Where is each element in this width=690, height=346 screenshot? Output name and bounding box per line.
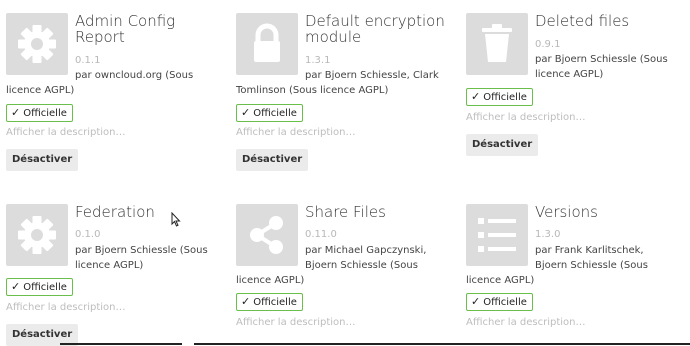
app-author: par Bjoern Schiessle, Clark Tomlinson (S… xyxy=(236,70,439,96)
app-version: 0.9.1 xyxy=(535,39,561,50)
disable-button[interactable]: Désactiver xyxy=(236,149,309,171)
bottom-divider xyxy=(60,343,182,345)
lock-icon xyxy=(236,13,298,75)
check-icon: ✓ xyxy=(241,295,251,308)
check-icon: ✓ xyxy=(471,90,481,103)
mouse-cursor-icon xyxy=(171,212,181,227)
disable-button[interactable]: Désactiver xyxy=(466,134,539,156)
official-badge: ✓ Officielle xyxy=(466,293,533,311)
app-author: par Frank Karlitschek, Bjoern Schiessle … xyxy=(466,245,648,286)
app-title: Deleted files xyxy=(535,12,630,30)
app-version: 0.1.1 xyxy=(75,55,101,66)
disable-button[interactable]: Désactiver xyxy=(6,149,79,171)
show-description-link[interactable]: Afficher la description… xyxy=(6,302,125,313)
show-description-link[interactable]: Afficher la description… xyxy=(236,317,355,328)
app-title: Admin Config Report xyxy=(75,12,176,46)
app-title: Default encryption module xyxy=(305,12,445,46)
gear-icon xyxy=(6,13,68,75)
official-badge: ✓ Officielle xyxy=(6,278,73,296)
app-author: par Bjoern Schiessle (Sous licence AGPL) xyxy=(535,54,668,80)
official-badge: ✓ Officielle xyxy=(6,104,73,122)
app-author: par Bjoern Schiessle (Sous licence AGPL) xyxy=(75,245,208,271)
app-author: par owncloud.org (Sous licence AGPL) xyxy=(6,70,194,96)
show-description-link[interactable]: Afficher la description… xyxy=(6,127,125,138)
check-icon: ✓ xyxy=(241,106,251,119)
show-description-link[interactable]: Afficher la description… xyxy=(236,127,355,138)
check-icon: ✓ xyxy=(11,280,21,293)
official-badge: ✓ Officielle xyxy=(466,88,533,106)
app-author: par Michael Gapczynski, Bjoern Schiessle… xyxy=(236,245,427,286)
show-description-link[interactable]: Afficher la description… xyxy=(466,112,585,123)
app-version: 0.11.0 xyxy=(305,229,337,240)
bottom-divider xyxy=(194,343,690,345)
show-description-link[interactable]: Afficher la description… xyxy=(466,317,585,328)
app-version: 1.3.1 xyxy=(305,55,331,66)
app-title: Federation xyxy=(75,203,155,221)
check-icon: ✓ xyxy=(471,295,481,308)
app-title: Share Files xyxy=(305,203,386,221)
official-badge: ✓ Officielle xyxy=(236,293,303,311)
app-title: Versions xyxy=(535,203,598,221)
check-icon: ✓ xyxy=(11,106,21,119)
app-version: 0.1.0 xyxy=(75,229,101,240)
official-badge: ✓ Officielle xyxy=(236,104,303,122)
app-version: 1.3.0 xyxy=(535,229,561,240)
